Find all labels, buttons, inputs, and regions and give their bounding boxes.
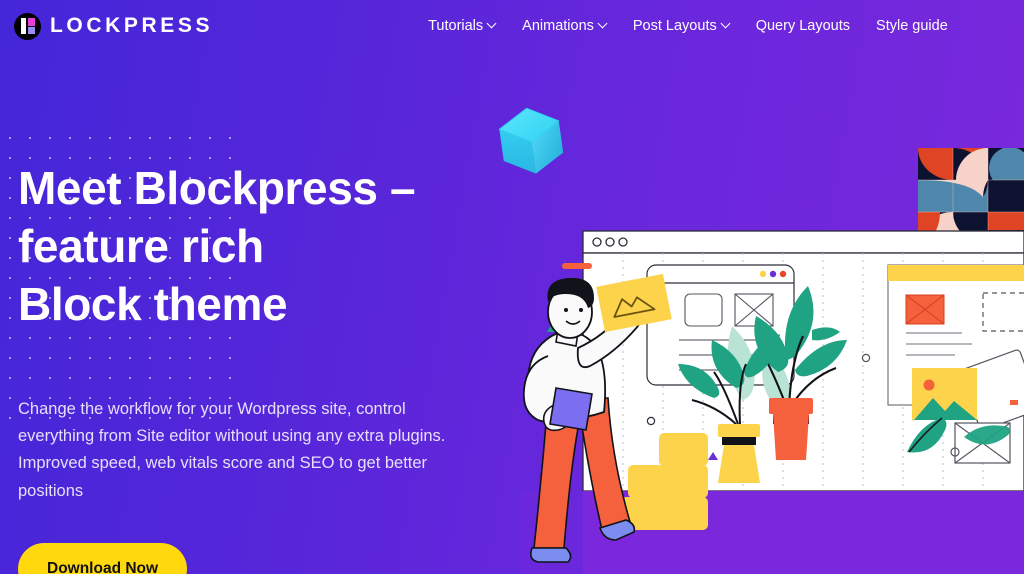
nav-label: Post Layouts bbox=[632, 18, 717, 34]
headline-line-2: feature rich bbox=[18, 219, 264, 272]
orange-dash-icon bbox=[562, 263, 592, 269]
brand-logo[interactable]: LOCKPRESS bbox=[14, 12, 214, 40]
brand-name: LOCKPRESS bbox=[50, 14, 214, 37]
blockpress-logo-icon bbox=[14, 12, 41, 40]
nav-item-style-guide[interactable]: Style guide bbox=[876, 18, 948, 34]
nav-label: Style guide bbox=[876, 18, 948, 34]
hero-section: Meet Blockpress – feature rich Block the… bbox=[18, 160, 488, 574]
chevron-down-icon bbox=[488, 20, 496, 28]
bauhaus-geometric-art-icon bbox=[918, 148, 1024, 244]
nav-item-post-layouts[interactable]: Post Layouts bbox=[633, 18, 730, 34]
chevron-down-icon bbox=[599, 20, 607, 28]
nav-item-animations[interactable]: Animations bbox=[522, 18, 607, 34]
cyan-3d-cube-icon bbox=[498, 107, 564, 174]
nav-label: Tutorials bbox=[428, 18, 484, 34]
nav-label: Query Layouts bbox=[755, 18, 851, 34]
main-navigation: Tutorials Animations Post Layouts Query … bbox=[428, 18, 948, 34]
headline-line-3: Block theme bbox=[18, 277, 288, 330]
nav-item-tutorials[interactable]: Tutorials bbox=[428, 18, 496, 34]
hero-subcopy: Change the workflow for your Wordpress s… bbox=[18, 399, 446, 500]
chevron-down-icon bbox=[722, 20, 730, 28]
nav-label: Animations bbox=[522, 18, 594, 34]
site-header: LOCKPRESS Tutorials Animations Post Layo… bbox=[0, 0, 1024, 52]
headline-line-1: Meet Blockpress – bbox=[18, 162, 416, 214]
download-now-button[interactable]: Download Now bbox=[18, 542, 188, 574]
yellow-image-card-right-icon bbox=[912, 368, 977, 420]
page-title: Meet Blockpress – feature rich Block the… bbox=[18, 160, 488, 334]
nav-item-query-layouts[interactable]: Query Layouts bbox=[756, 18, 850, 34]
